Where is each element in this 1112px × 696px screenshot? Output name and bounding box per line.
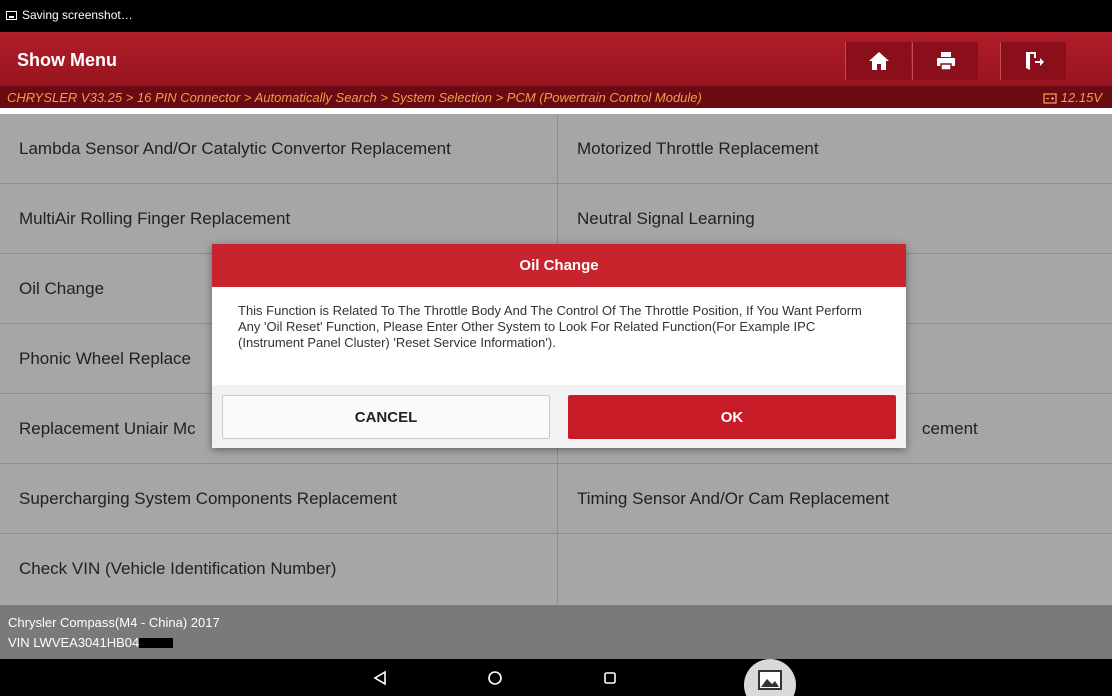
navigation-bar [0, 659, 1112, 696]
print-icon [937, 52, 955, 71]
exit-button[interactable] [1000, 42, 1066, 80]
back-icon [373, 670, 386, 685]
cancel-button[interactable]: CANCEL [222, 395, 550, 439]
exit-icon [1026, 52, 1044, 70]
print-button[interactable] [912, 42, 978, 80]
vin-redaction [139, 638, 174, 648]
oil-change-dialog: Oil Change This Function is Related To T… [212, 244, 906, 448]
vehicle-info-bar: Chrysler Compass(M4 - China) 2017 VIN LW… [0, 605, 1112, 659]
ok-button[interactable]: OK [568, 395, 896, 439]
home-icon [869, 52, 889, 70]
vehicle-vin-row: VIN LWVEA3041HB04 [8, 635, 174, 650]
vehicle-vin: VIN LWVEA3041HB04 [8, 635, 140, 650]
breadcrumb: CHRYSLER V33.25 > 16 PIN Connector > Aut… [0, 86, 1112, 108]
battery-voltage: 12.15V [1043, 90, 1102, 105]
breadcrumb-path: CHRYSLER V33.25 > 16 PIN Connector > Aut… [7, 90, 702, 105]
battery-icon [1043, 93, 1057, 104]
voltage-value: 12.15V [1060, 90, 1102, 105]
dialog-message: This Function is Related To The Throttle… [212, 287, 906, 385]
square-recents-icon [604, 671, 616, 684]
status-notification: Saving screenshot… [22, 8, 133, 22]
circle-home-icon [488, 670, 502, 685]
recents-button[interactable] [590, 659, 630, 696]
gallery-icon [744, 659, 796, 696]
vehicle-model: Chrysler Compass(M4 - China) 2017 [8, 615, 220, 630]
gallery-button[interactable] [743, 659, 797, 696]
screenshot-icon [6, 11, 17, 20]
home-nav-button[interactable] [475, 659, 515, 696]
dialog-title: Oil Change [212, 244, 906, 287]
app-bar: Show Menu [0, 32, 1112, 86]
show-menu-title[interactable]: Show Menu [17, 50, 117, 71]
status-bar: Saving screenshot… [0, 0, 1112, 32]
dialog-buttons: CANCEL OK [212, 385, 906, 448]
back-button[interactable] [360, 659, 400, 696]
home-button[interactable] [845, 42, 911, 80]
